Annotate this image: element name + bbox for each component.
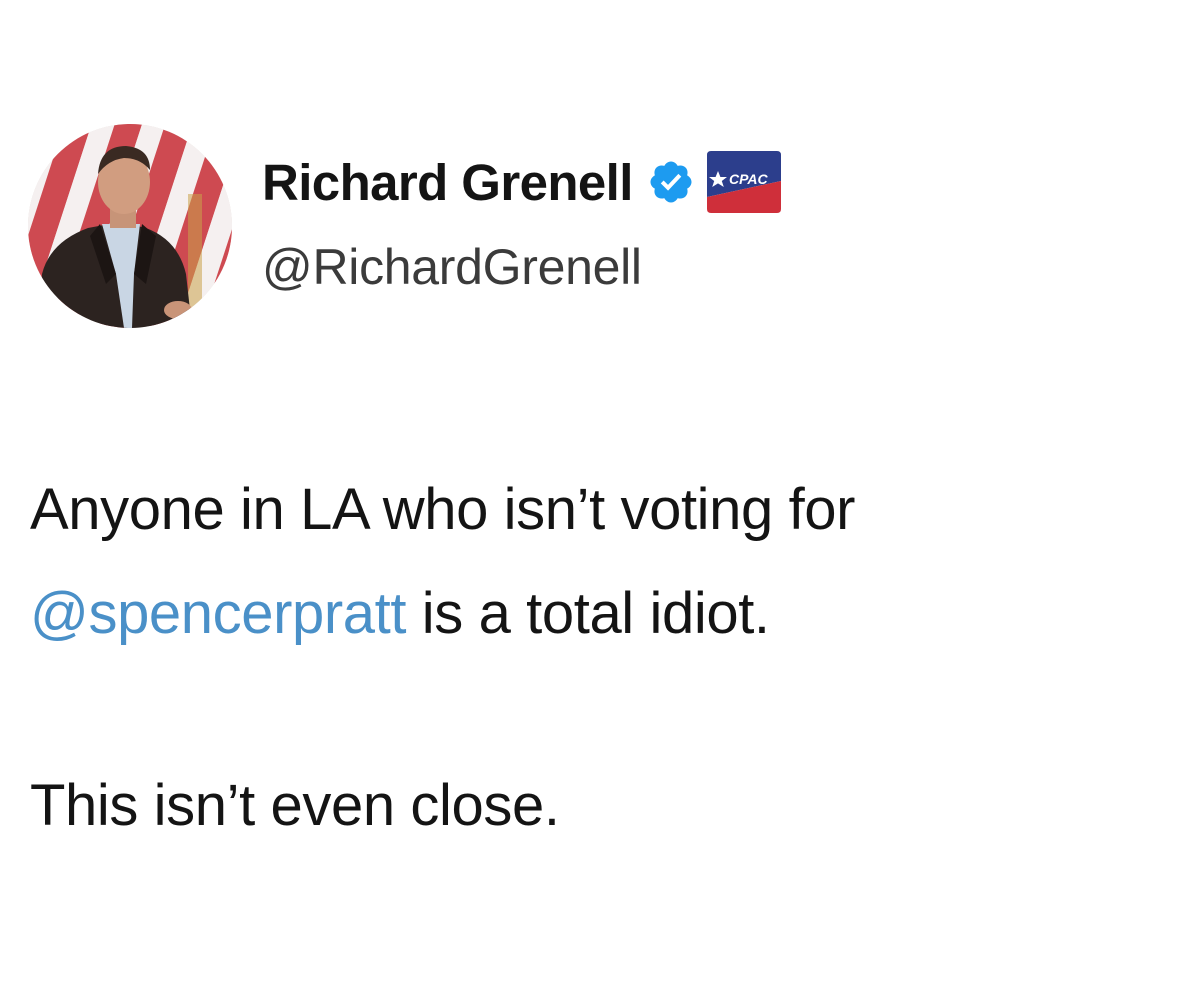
mention-link[interactable]: @spencerpratt [30, 581, 406, 646]
author-display-name[interactable]: Richard Grenell [262, 153, 633, 212]
tweet-paragraph-2: This isn’t even close. [30, 773, 560, 838]
author-name-row: Richard Grenell CPAC [262, 150, 781, 214]
tweet-line-1: Anyone in LA who isn’t voting for [30, 477, 856, 542]
author-avatar[interactable] [28, 124, 232, 328]
tweet-card: Richard Grenell CPAC @RichardGrenell Any… [0, 0, 1200, 1000]
tweet-line-2: is a total idiot. [406, 581, 770, 646]
cpac-badge-icon[interactable]: CPAC [706, 151, 781, 213]
verified-badge-icon[interactable] [647, 158, 695, 206]
cpac-badge-text: CPAC [729, 171, 769, 187]
tweet-paragraph-1: Anyone in LA who isn’t voting for @spenc… [30, 458, 1180, 666]
avatar-photo [28, 124, 232, 328]
tweet-text: Anyone in LA who isn’t voting for @spenc… [30, 458, 1180, 858]
author-handle[interactable]: @RichardGrenell [262, 238, 642, 296]
